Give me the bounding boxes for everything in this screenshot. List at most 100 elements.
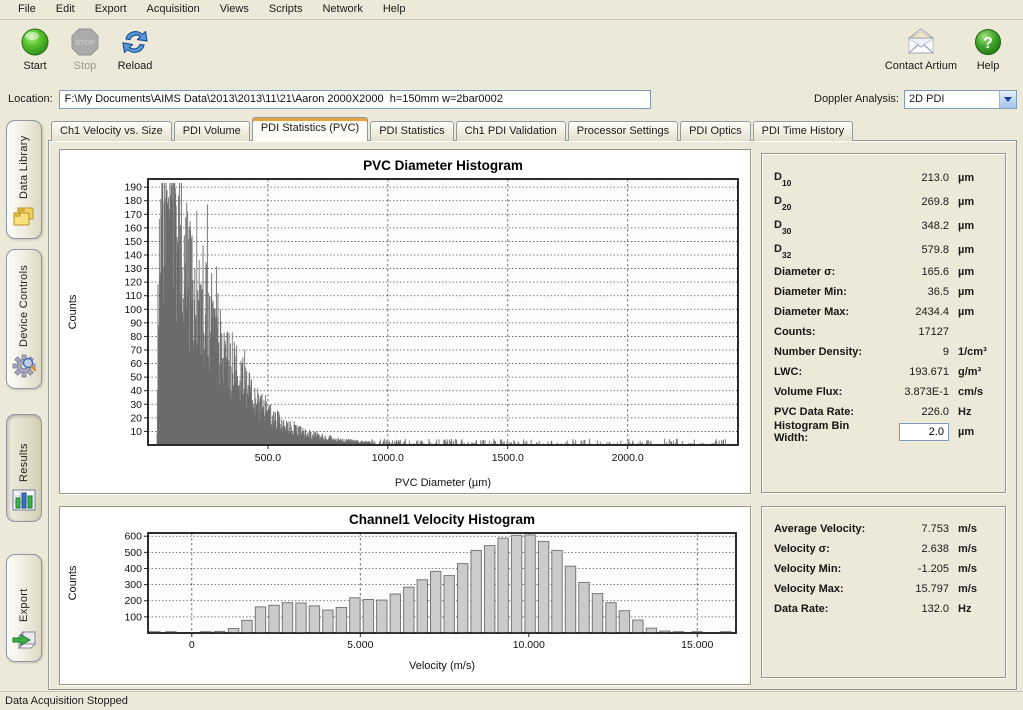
svg-text:?: ? [983, 35, 993, 52]
stat-value: 213.0 [885, 172, 949, 184]
stat-value: 193.671 [885, 366, 949, 378]
svg-text:1000.0: 1000.0 [372, 452, 404, 464]
pvc-stat-row-histogram-bin-width: Histogram Bin Width:µm [774, 422, 995, 442]
stat-value: 9 [885, 346, 949, 358]
stat-label: Average Velocity: [774, 523, 885, 535]
vel-stat-row-velocity-min: Velocity Min:-1.205m/s [774, 559, 995, 579]
location-label: Location: [8, 93, 53, 105]
sidebar-item-device-controls[interactable]: Device Controls [6, 249, 42, 389]
combo-dropdown-button[interactable] [999, 91, 1016, 108]
menu-item-help[interactable]: Help [373, 1, 416, 18]
sidebar-item-export[interactable]: Export [6, 554, 42, 662]
menu-item-export[interactable]: Export [85, 1, 137, 18]
stat-unit: m/s [949, 563, 995, 575]
svg-text:110: 110 [125, 290, 142, 302]
app-window: FileEditExportAcquisitionViewsScriptsNet… [0, 0, 1023, 710]
menu-item-acquisition[interactable]: Acquisition [137, 1, 210, 18]
svg-text:5.000: 5.000 [347, 639, 373, 651]
doppler-analysis-select[interactable]: 2D PDI [904, 90, 1017, 109]
tab-pdi-time-history[interactable]: PDI Time History [753, 121, 854, 141]
export-icon [11, 628, 37, 655]
start-button[interactable]: Start [10, 23, 60, 72]
menu-item-views[interactable]: Views [210, 1, 259, 18]
svg-text:50: 50 [130, 372, 142, 384]
tab-pdi-statistics-pvc[interactable]: PDI Statistics (PVC) [252, 117, 368, 141]
stat-value: 17127 [885, 326, 949, 338]
sidebar-item-data-library[interactable]: Data Library [6, 120, 42, 239]
svg-text:300: 300 [124, 579, 142, 591]
svg-text:Velocity (m/s): Velocity (m/s) [409, 660, 475, 672]
pvc-stat-row-d30: D30348.2µm [774, 214, 995, 238]
pvc-diameter-histogram-chart: 1020304050607080901001101201301401501601… [59, 149, 751, 494]
contact-artium-button[interactable]: Contact Artium [879, 23, 963, 72]
pvc-stat-row-number-density: Number Density:91/cm³ [774, 342, 995, 362]
menu-item-network[interactable]: Network [312, 1, 372, 18]
pvc-stat-row-diameter: Diameter σ:165.6µm [774, 262, 995, 282]
stat-unit: 1/cm³ [949, 346, 995, 358]
svg-text:0: 0 [189, 639, 195, 651]
svg-text:60: 60 [130, 358, 142, 370]
stat-label: Diameter Min: [774, 286, 885, 298]
stat-value: 2.638 [885, 543, 949, 555]
menu-item-file[interactable]: File [8, 1, 46, 18]
tab-pdi-statistics[interactable]: PDI Statistics [370, 121, 453, 141]
tab-processor-settings[interactable]: Processor Settings [568, 121, 678, 141]
tab-strip: Ch1 Velocity vs. SizePDI VolumePDI Stati… [48, 119, 855, 141]
stat-unit: µm [949, 426, 995, 438]
help-label: Help [977, 60, 1000, 72]
location-input[interactable] [59, 90, 651, 109]
menu-item-edit[interactable]: Edit [46, 1, 85, 18]
stat-label: LWC: [774, 366, 885, 378]
svg-text:Channel1 Velocity Histogram: Channel1 Velocity Histogram [349, 512, 535, 527]
help-button[interactable]: ? Help [963, 23, 1013, 72]
vel-stat-row-data-rate: Data Rate:132.0Hz [774, 599, 995, 619]
tab-ch1-pdi-validation[interactable]: Ch1 PDI Validation [456, 121, 566, 141]
stat-label: D32 [774, 243, 885, 257]
stat-value: 15.797 [885, 583, 949, 595]
gears-icon [11, 353, 37, 382]
tab-page-pdi-statistics-pvc: 1020304050607080901001101201301401501601… [48, 140, 1017, 690]
pvc-statistics-panel: D10213.0µmD20269.8µmD30348.2µmD32579.8µm… [761, 153, 1006, 493]
pvc-stat-row-diameter-max: Diameter Max:2434.4µm [774, 302, 995, 322]
stat-unit: m/s [949, 543, 995, 555]
stat-unit: g/m³ [949, 366, 995, 378]
stat-label: Diameter Max: [774, 306, 885, 318]
stat-label: D20 [774, 195, 885, 209]
stat-label: Number Density: [774, 346, 885, 358]
stat-label: Velocity Max: [774, 583, 885, 595]
sidebar-item-label: Results [18, 425, 30, 482]
stat-value: 226.0 [885, 406, 949, 418]
start-label: Start [23, 60, 46, 72]
svg-text:70: 70 [130, 345, 142, 357]
pvc-stat-row-d20: D20269.8µm [774, 190, 995, 214]
vel-stat-row-velocity: Velocity σ:2.638m/s [774, 539, 995, 559]
tab-pdi-optics[interactable]: PDI Optics [680, 121, 751, 141]
menu-item-scripts[interactable]: Scripts [259, 1, 313, 18]
stat-value: 3.873E-1 [885, 386, 949, 398]
histogram-bin-width-input[interactable] [899, 423, 949, 441]
tab-ch1-velocity-vs-size[interactable]: Ch1 Velocity vs. Size [51, 121, 172, 141]
stat-value: -1.205 [885, 563, 949, 575]
toolbar: Start STOP Stop Reload [0, 20, 1023, 84]
reload-button[interactable]: Reload [110, 23, 160, 72]
reload-icon [118, 25, 152, 59]
svg-text:500: 500 [124, 547, 142, 559]
doppler-analysis-value: 2D PDI [905, 93, 999, 105]
svg-text:190: 190 [124, 182, 142, 194]
tab-pdi-volume[interactable]: PDI Volume [174, 121, 250, 141]
stop-button[interactable]: STOP Stop [60, 23, 110, 72]
sidebar-item-label: Data Library [18, 131, 30, 199]
stat-label: Velocity σ: [774, 543, 885, 555]
svg-text:40: 40 [130, 385, 142, 397]
reload-label: Reload [118, 60, 153, 72]
pvc-stat-row-counts: Counts:17127 [774, 322, 995, 342]
stat-label: PVC Data Rate: [774, 406, 885, 418]
pvc-stat-row-lwc: LWC:193.671g/m³ [774, 362, 995, 382]
stat-label: D30 [774, 219, 885, 233]
velocity-histogram-svg: 10020030040050060005.00010.00015.000Chan… [60, 507, 750, 684]
sidebar-item-results[interactable]: Results [6, 414, 42, 522]
svg-text:15.000: 15.000 [681, 639, 713, 651]
stat-value: 165.6 [885, 266, 949, 278]
pvc-stat-row-d10: D10213.0µm [774, 166, 995, 190]
svg-text:180: 180 [124, 195, 142, 207]
